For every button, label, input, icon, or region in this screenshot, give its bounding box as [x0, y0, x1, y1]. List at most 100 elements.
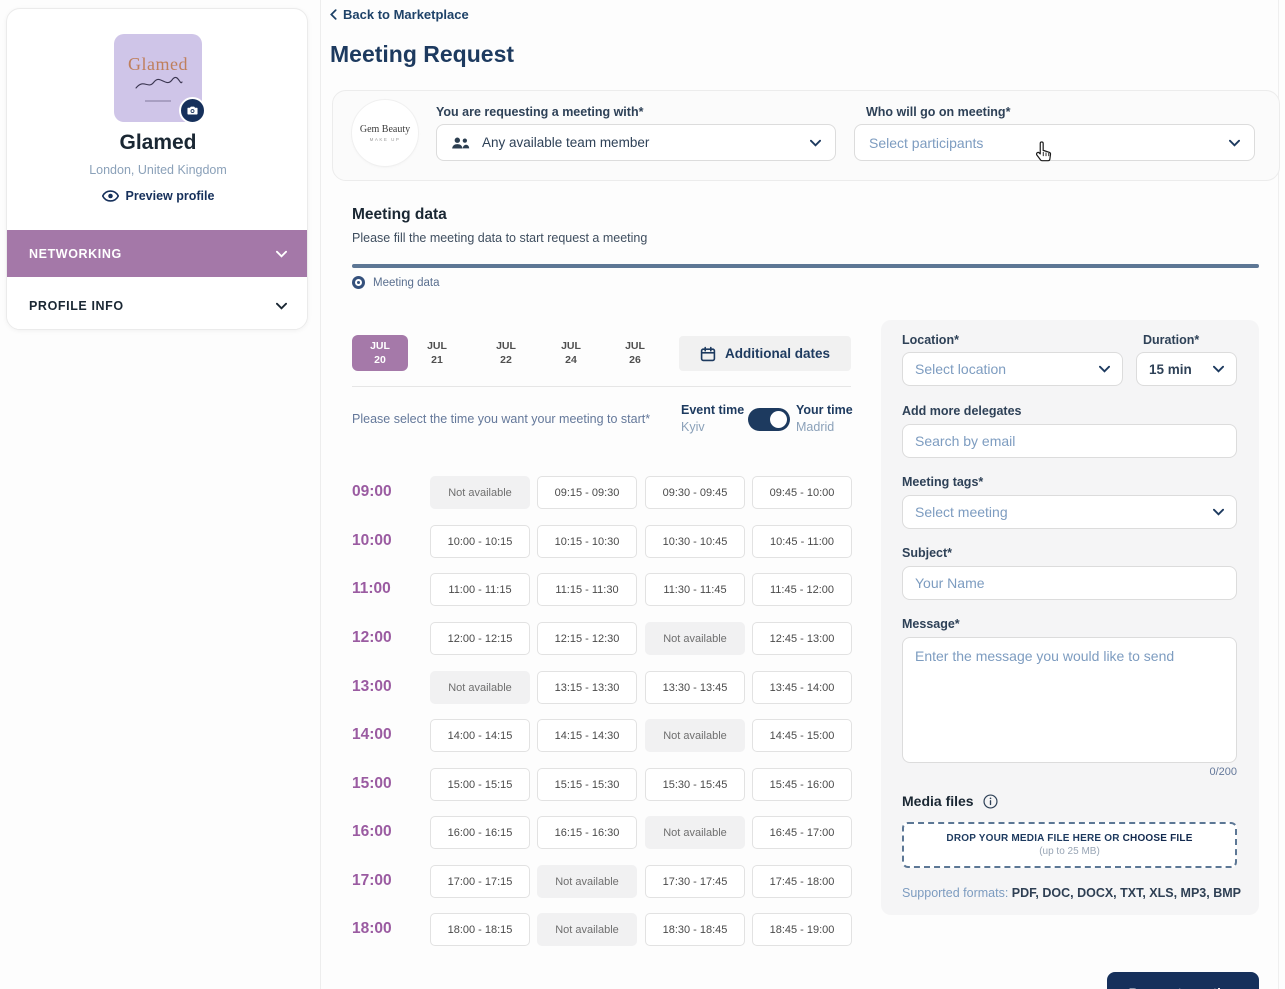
time-slot[interactable]: 17:45 - 18:00	[752, 865, 852, 898]
meeting-tags-select[interactable]: Select meeting	[902, 495, 1237, 529]
chevron-down-icon	[1099, 365, 1110, 373]
date-month: JUL	[561, 339, 581, 353]
additional-dates-label: Additional dates	[725, 346, 830, 361]
message-label: Message*	[902, 617, 960, 631]
date-day: 24	[565, 353, 577, 367]
time-slot[interactable]: 10:45 - 11:00	[752, 525, 852, 558]
date-tab-jul-26[interactable]: JUL 26	[607, 335, 663, 371]
date-month: JUL	[427, 339, 447, 353]
page-title: Meeting Request	[330, 41, 514, 68]
time-slot[interactable]: 14:00 - 14:15	[430, 719, 530, 752]
time-slot[interactable]: 10:30 - 10:45	[645, 525, 745, 558]
info-icon[interactable]	[983, 794, 998, 809]
your-time-block: Your time Madrid	[796, 403, 853, 434]
meeting-tags-placeholder: Select meeting	[915, 504, 1008, 520]
time-slot[interactable]: 17:30 - 17:45	[645, 865, 745, 898]
back-link-label: Back to Marketplace	[343, 7, 469, 22]
time-slot: Not available	[645, 719, 745, 752]
time-row-label: 13:00	[352, 678, 422, 696]
date-tab-jul-21[interactable]: JUL 21	[409, 335, 465, 371]
time-slot[interactable]: 12:15 - 12:30	[537, 622, 637, 655]
time-slot[interactable]: 10:00 - 10:15	[430, 525, 530, 558]
date-day: 21	[431, 353, 443, 367]
date-tab-jul-24[interactable]: JUL 24	[543, 335, 599, 371]
time-slot[interactable]: 12:45 - 13:00	[752, 622, 852, 655]
time-slot[interactable]: 18:00 - 18:15	[430, 913, 530, 946]
time-slot[interactable]: 12:00 - 12:15	[430, 622, 530, 655]
edit-photo-button[interactable]	[179, 97, 206, 124]
duration-label: Duration*	[1143, 333, 1199, 347]
company-location: London, United Kingdom	[7, 163, 308, 177]
back-to-marketplace-link[interactable]: Back to Marketplace	[330, 7, 469, 22]
time-row-label: 16:00	[352, 823, 422, 841]
target-company-tagline: MAKE UP	[370, 137, 401, 142]
participants-select-placeholder: Select participants	[869, 135, 983, 151]
page: Glamed Glamed London, United Kingdom Pre…	[0, 0, 1285, 989]
time-slot[interactable]: 18:45 - 19:00	[752, 913, 852, 946]
time-slot[interactable]: 16:00 - 16:15	[430, 816, 530, 849]
char-counter: 0/200	[902, 766, 1237, 778]
timezone-toggle[interactable]	[748, 408, 790, 431]
event-time-label: Event time	[681, 403, 744, 417]
time-slot[interactable]: 13:45 - 14:00	[752, 671, 852, 704]
date-tab-jul-20[interactable]: JUL 20	[352, 335, 408, 371]
sidebar-section-profile-info[interactable]: PROFILE INFO	[7, 283, 308, 329]
participants-select[interactable]: Select participants	[854, 124, 1255, 161]
logo-signature-flourish	[132, 76, 184, 92]
time-slot[interactable]: 18:30 - 18:45	[645, 913, 745, 946]
time-slot[interactable]: 15:30 - 15:45	[645, 768, 745, 801]
time-row-label: 18:00	[352, 920, 422, 938]
duration-select-value: 15 min	[1149, 362, 1192, 377]
tabs-divider	[352, 386, 851, 387]
time-slot[interactable]: 14:15 - 14:30	[537, 719, 637, 752]
preview-profile-link[interactable]: Preview profile	[7, 189, 308, 203]
media-dropzone[interactable]: DROP YOUR MEDIA FILE HERE OR CHOOSE FILE…	[902, 822, 1237, 868]
chevron-down-icon	[1213, 508, 1224, 516]
chevron-down-icon	[810, 139, 821, 147]
request-meeting-button[interactable]: Request meeting	[1107, 972, 1259, 989]
time-slot[interactable]: 15:00 - 15:15	[430, 768, 530, 801]
date-tab-jul-22[interactable]: JUL 22	[478, 335, 534, 371]
time-slot[interactable]: 16:15 - 16:30	[537, 816, 637, 849]
date-day: 26	[629, 353, 641, 367]
time-slot[interactable]: 14:45 - 15:00	[752, 719, 852, 752]
time-row-label: 10:00	[352, 532, 422, 550]
message-textarea[interactable]	[902, 637, 1237, 763]
location-label: Location*	[902, 333, 959, 347]
time-slot[interactable]: 11:00 - 11:15	[430, 573, 530, 606]
time-row-label: 12:00	[352, 629, 422, 647]
time-slot[interactable]: 15:45 - 16:00	[752, 768, 852, 801]
time-slot[interactable]: 09:15 - 09:30	[537, 476, 637, 509]
toggle-knob	[770, 411, 787, 428]
step-progress-bar	[352, 264, 1259, 268]
time-slot[interactable]: 10:15 - 10:30	[537, 525, 637, 558]
time-slot: Not available	[537, 913, 637, 946]
your-time-label: Your time	[796, 403, 853, 417]
time-slot[interactable]: 09:45 - 10:00	[752, 476, 852, 509]
time-slot[interactable]: 13:15 - 13:30	[537, 671, 637, 704]
time-slot[interactable]: 09:30 - 09:45	[645, 476, 745, 509]
camera-icon	[186, 104, 199, 117]
additional-dates-button[interactable]: Additional dates	[679, 336, 851, 371]
company-logo-text: Glamed	[128, 54, 188, 75]
time-slot[interactable]: 11:30 - 11:45	[645, 573, 745, 606]
duration-select[interactable]: 15 min	[1136, 352, 1237, 386]
chevron-down-icon	[276, 302, 287, 310]
company-name: Glamed	[7, 131, 308, 155]
event-time-block: Event time Kyiv	[681, 403, 744, 434]
time-slot[interactable]: 15:15 - 15:30	[537, 768, 637, 801]
participants-label: Who will go on meeting*	[866, 105, 1010, 119]
team-member-select-value: Any available team member	[482, 135, 649, 150]
time-row-label: 17:00	[352, 872, 422, 890]
choose-file-link[interactable]: CHOOSE FILE	[1123, 833, 1193, 844]
team-member-select[interactable]: Any available team member	[436, 124, 836, 161]
time-slot[interactable]: 13:30 - 13:45	[645, 671, 745, 704]
sidebar-section-networking[interactable]: NETWORKING	[7, 230, 308, 277]
time-slot[interactable]: 17:00 - 17:15	[430, 865, 530, 898]
delegates-search-input[interactable]	[902, 424, 1237, 458]
time-slot[interactable]: 11:45 - 12:00	[752, 573, 852, 606]
time-slot[interactable]: 16:45 - 17:00	[752, 816, 852, 849]
time-slot[interactable]: 11:15 - 11:30	[537, 573, 637, 606]
subject-input[interactable]	[902, 566, 1237, 600]
location-select[interactable]: Select location	[902, 352, 1123, 386]
